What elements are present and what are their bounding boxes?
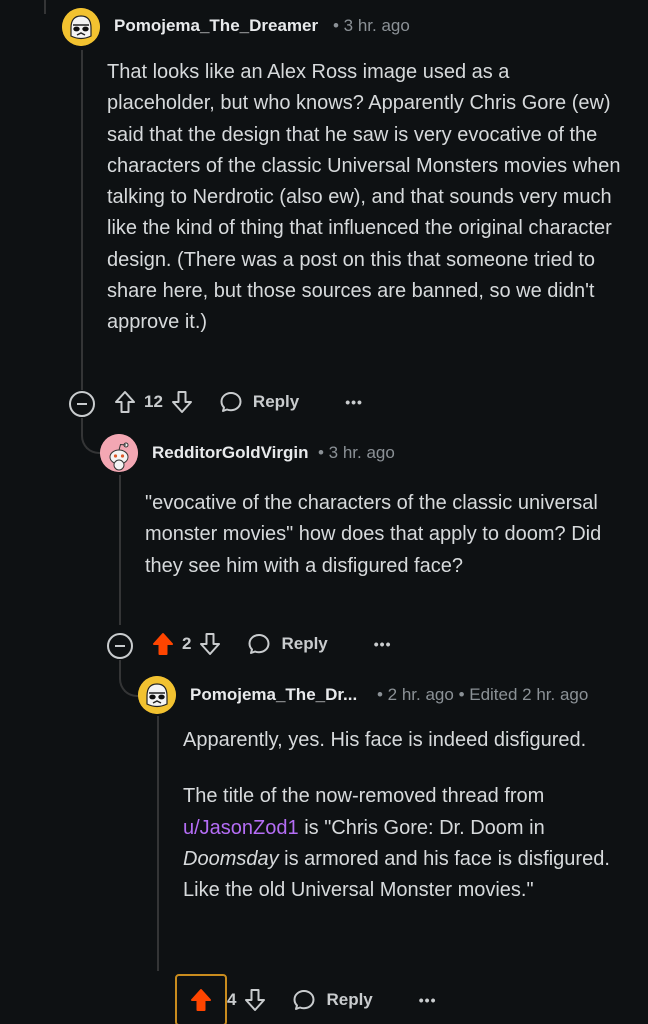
upvote-icon[interactable] xyxy=(152,632,174,656)
more-options-button[interactable]: ••• xyxy=(419,992,437,1008)
vote-count: 2 xyxy=(182,634,192,653)
collapse-thread-button[interactable] xyxy=(107,633,133,659)
collapse-thread-button[interactable] xyxy=(69,391,95,417)
comment-timestamp: • 2 hr. ago • Edited 2 hr. ago xyxy=(377,685,589,704)
comment-actions: 12 Reply ••• xyxy=(114,385,363,419)
reply-label: Reply xyxy=(252,392,300,411)
comment-paragraph: The title of the now-removed thread from… xyxy=(183,781,613,906)
comment-paragraph: "evocative of the characters of the clas… xyxy=(145,492,602,577)
avatar[interactable] xyxy=(100,434,138,472)
comment-body: That looks like an Alex Ross image used … xyxy=(107,57,622,339)
upvote-icon[interactable] xyxy=(114,390,136,414)
italic-title: Doomsday xyxy=(183,847,279,870)
thread-line xyxy=(119,475,121,625)
reply-label: Reply xyxy=(281,634,328,653)
thread-line xyxy=(44,0,46,14)
comment-username[interactable]: Pomojema_The_Dreamer xyxy=(114,16,318,36)
reply-button[interactable]: Reply xyxy=(247,632,328,656)
comment-body: Apparently, yes. His face is indeed disf… xyxy=(183,725,613,906)
reply-button[interactable]: Reply xyxy=(219,390,299,414)
minus-icon xyxy=(77,403,87,405)
reply-label: Reply xyxy=(326,990,373,1009)
comment-paragraph: That looks like an Alex Ross image used … xyxy=(107,61,621,334)
stormtrooper-avatar-icon xyxy=(62,8,100,46)
avatar[interactable] xyxy=(62,8,100,46)
stormtrooper-avatar-icon xyxy=(138,676,176,714)
thread-line xyxy=(157,716,159,971)
thread-line xyxy=(81,50,83,390)
more-options-button[interactable]: ••• xyxy=(345,394,363,410)
chat-bubble-icon xyxy=(220,392,242,412)
chat-bubble-icon xyxy=(293,990,315,1010)
chat-bubble-icon xyxy=(248,634,270,654)
downvote-icon[interactable] xyxy=(199,632,221,656)
user-mention-link[interactable]: u/JasonZod1 xyxy=(183,817,299,839)
comment-username[interactable]: Pomojema_The_Dr... xyxy=(190,685,357,705)
comment-username[interactable]: RedditorGoldVirgin xyxy=(152,443,308,463)
comment-actions: 2 Reply ••• xyxy=(152,627,391,661)
vote-count: 12 xyxy=(144,392,163,411)
comment-timestamp: • 3 hr. ago xyxy=(318,443,395,462)
minus-icon xyxy=(115,645,125,647)
comment-actions: 4 Reply ••• xyxy=(175,974,437,1024)
comment-body: "evocative of the characters of the clas… xyxy=(145,488,615,582)
comment-timestamp: • 3 hr. ago xyxy=(333,16,410,35)
vote-count: 4 xyxy=(227,990,237,1009)
comment-paragraph: Apparently, yes. His face is indeed disf… xyxy=(183,729,587,751)
avatar[interactable] xyxy=(138,676,176,714)
downvote-icon[interactable] xyxy=(171,390,193,414)
more-options-button[interactable]: ••• xyxy=(374,636,392,652)
paragraph-text: The title of the now-removed thread from xyxy=(183,785,545,808)
snoo-avatar-icon xyxy=(100,434,138,472)
reply-button[interactable]: Reply xyxy=(292,988,373,1012)
downvote-icon[interactable] xyxy=(244,988,266,1012)
upvote-icon[interactable] xyxy=(175,974,227,1024)
paragraph-text: is "Chris Gore: Dr. Doom in xyxy=(298,816,545,839)
